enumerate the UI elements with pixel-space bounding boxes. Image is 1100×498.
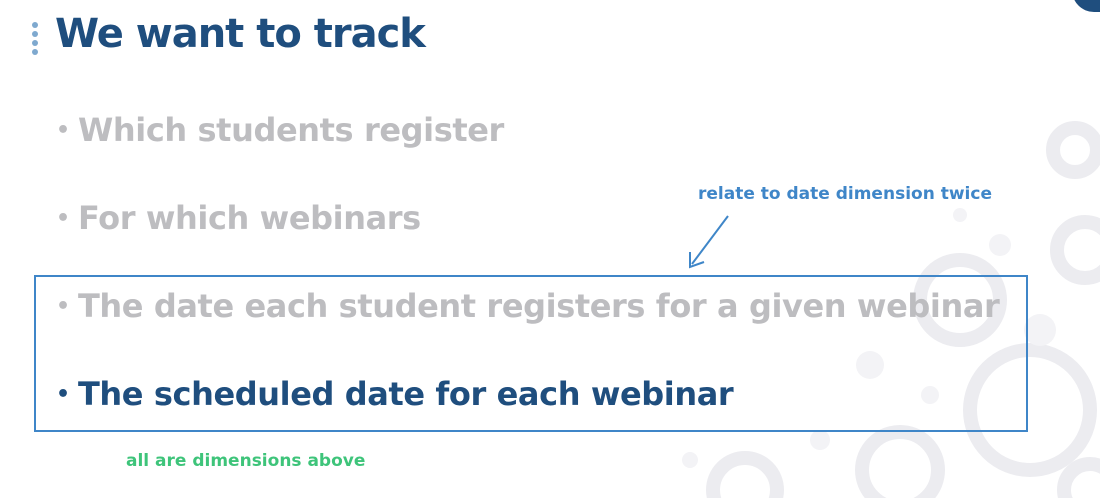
bullet-text: Which students register <box>78 111 504 149</box>
bullet-text: For which webinars <box>78 199 421 237</box>
annotation-top-note: relate to date dimension twice <box>698 184 992 204</box>
highlight-box <box>34 275 1028 432</box>
slide-title: We want to track <box>55 11 426 57</box>
vertical-dots-icon <box>31 20 39 60</box>
annotation-bottom-note: all are dimensions above <box>126 451 366 471</box>
bullet-item: • For which webinars <box>56 198 421 239</box>
bullet-glyph: • <box>56 206 70 231</box>
bullet-item: • Which students register <box>56 110 504 151</box>
slide: We want to track • Which students registe… <box>0 0 1100 498</box>
bullet-glyph: • <box>56 118 70 143</box>
arrow-icon <box>689 215 729 269</box>
